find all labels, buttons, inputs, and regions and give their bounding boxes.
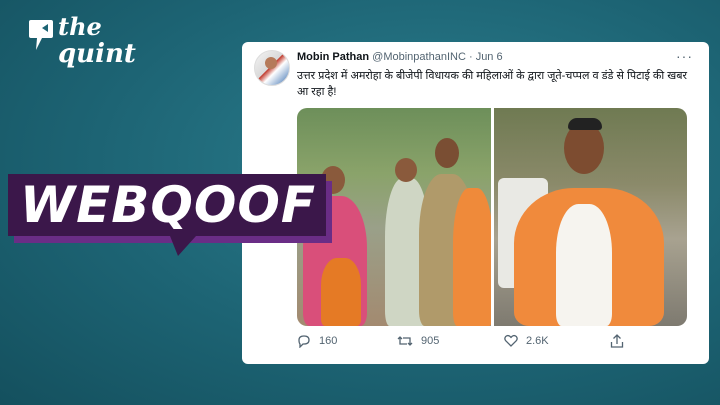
webqoof-label: WEBQOOF bbox=[20, 176, 317, 234]
retweet-button[interactable]: 905 bbox=[397, 334, 439, 348]
author-name[interactable]: Mobin Pathan bbox=[297, 51, 369, 63]
reply-icon bbox=[298, 335, 310, 348]
tweet-photo-right[interactable] bbox=[494, 108, 687, 326]
logo-text-the: the bbox=[58, 12, 102, 41]
speech-bubble-icon bbox=[29, 20, 53, 50]
reply-count: 160 bbox=[319, 335, 338, 347]
share-icon bbox=[610, 334, 624, 348]
separator: · bbox=[468, 51, 473, 63]
like-count: 2.6K bbox=[526, 334, 549, 347]
logo-text-quint: quint bbox=[58, 39, 136, 69]
tweet-text: उत्तर प्रदेश में अमरोहा के बीजेपी विधायक… bbox=[297, 70, 688, 98]
the-quint-logo: the quint bbox=[28, 14, 138, 76]
avatar[interactable] bbox=[254, 50, 290, 86]
share-button[interactable] bbox=[610, 334, 624, 348]
like-button[interactable]: 2.6K bbox=[504, 334, 549, 347]
more-options-icon[interactable]: ··· bbox=[676, 48, 693, 64]
reply-button[interactable]: 160 bbox=[297, 334, 337, 348]
author-handle[interactable]: @MobinpathanINC bbox=[372, 51, 466, 63]
heart-icon bbox=[504, 334, 518, 347]
retweet-icon bbox=[397, 336, 413, 346]
tweet-date[interactable]: Jun 6 bbox=[476, 51, 503, 63]
tweet-header: Mobin Pathan @MobinpathanINC · Jun 6 bbox=[297, 51, 503, 63]
retweet-count: 905 bbox=[421, 335, 440, 347]
